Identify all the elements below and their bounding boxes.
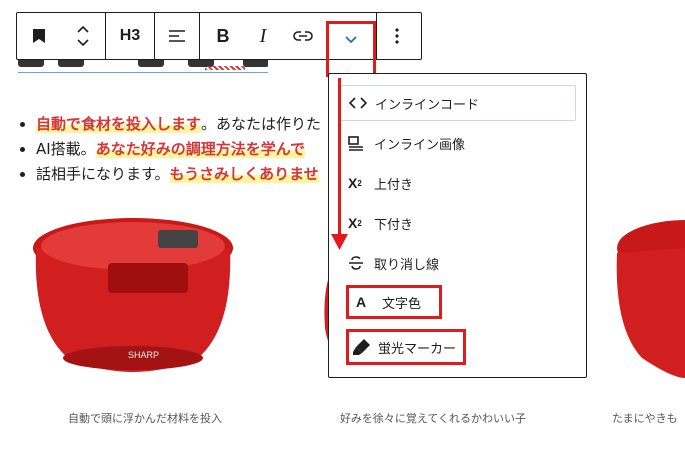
menu-item-subscript[interactable]: X2 下付き bbox=[338, 205, 576, 241]
menu-item-inline-image[interactable]: インライン画像 bbox=[338, 125, 576, 161]
product-image-3 bbox=[616, 220, 685, 378]
strikethrough-icon bbox=[348, 255, 374, 271]
more-formats-button[interactable] bbox=[326, 21, 376, 77]
heading-underline bbox=[18, 72, 268, 73]
subscript-icon: X2 bbox=[348, 215, 362, 231]
format-group: B I bbox=[200, 13, 377, 77]
superscript-icon: X2 bbox=[348, 175, 362, 191]
menu-item-label: 取り消し線 bbox=[374, 257, 440, 273]
chevron-up-down-icon bbox=[77, 25, 89, 47]
menu-item-label: インラインコード bbox=[375, 97, 480, 113]
product-caption-1: 自動で頭に浮かんだ材料を投入 bbox=[68, 412, 222, 425]
align-group bbox=[155, 13, 200, 59]
block-toolbar: H3 B I bbox=[16, 12, 422, 77]
list-text: AI搭載。 bbox=[36, 140, 96, 158]
heading-group: H3 bbox=[106, 13, 155, 59]
product-caption-2: 好みを徐々に覚えてくれるかわいい子 bbox=[339, 412, 527, 425]
inline-image-icon bbox=[348, 135, 374, 151]
menu-item-strikethrough[interactable]: 取り消し線 bbox=[338, 245, 576, 281]
move-up-down-button[interactable] bbox=[61, 13, 105, 59]
bookmark-block-button[interactable] bbox=[17, 13, 61, 59]
menu-item-label: 上付き bbox=[374, 177, 414, 193]
menu-item-inline-code[interactable]: インラインコード bbox=[338, 85, 576, 121]
text-color-icon: A bbox=[356, 294, 367, 310]
heading-level-button[interactable]: H3 bbox=[106, 13, 154, 59]
menu-item-superscript[interactable]: X2 上付き bbox=[338, 165, 576, 201]
product-caption-3: たまにやきも bbox=[612, 412, 678, 425]
menu-item-label: 蛍光マーカー bbox=[378, 341, 457, 357]
svg-text:SHARP: SHARP bbox=[128, 350, 159, 360]
bookmark-icon bbox=[33, 29, 45, 43]
more-vertical-icon bbox=[395, 28, 399, 44]
code-icon bbox=[349, 97, 375, 109]
link-button[interactable] bbox=[280, 13, 326, 59]
annotation-arrow-line bbox=[338, 78, 341, 238]
annotation-arrow-head-icon bbox=[331, 234, 348, 250]
link-icon bbox=[293, 31, 313, 41]
highlighted-text: もうさみしくありませ bbox=[169, 165, 319, 183]
align-left-icon bbox=[169, 30, 185, 42]
format-dropdown-menu: インラインコード インライン画像 X2 上付き X2 下付き 取り消し線 A 文… bbox=[328, 73, 587, 378]
italic-button[interactable]: I bbox=[246, 13, 280, 59]
menu-item-text-color[interactable]: A 文字色 bbox=[346, 285, 442, 319]
bold-button[interactable]: B bbox=[200, 13, 246, 59]
chevron-down-icon bbox=[345, 36, 357, 44]
spellcheck-squiggle bbox=[205, 66, 245, 70]
menu-item-label: 文字色 bbox=[382, 296, 422, 312]
options-group bbox=[377, 13, 417, 59]
highlighted-text: 自動で食材を投入します bbox=[36, 115, 202, 133]
menu-item-label: インライン画像 bbox=[374, 137, 466, 153]
product-image-1: SHARP bbox=[33, 218, 233, 372]
list-text: 。あなたは作りた bbox=[201, 115, 322, 133]
block-type-group bbox=[17, 13, 106, 59]
highlighter-icon bbox=[352, 337, 378, 357]
menu-item-label: 下付き bbox=[374, 217, 414, 233]
align-button[interactable] bbox=[155, 13, 199, 59]
list-text: 話相手になります。 bbox=[36, 165, 170, 183]
menu-item-highlighter[interactable]: 蛍光マーカー bbox=[346, 329, 466, 365]
highlighted-text: あなた好みの調理方法を学んで bbox=[95, 140, 305, 158]
options-button[interactable] bbox=[377, 13, 417, 59]
